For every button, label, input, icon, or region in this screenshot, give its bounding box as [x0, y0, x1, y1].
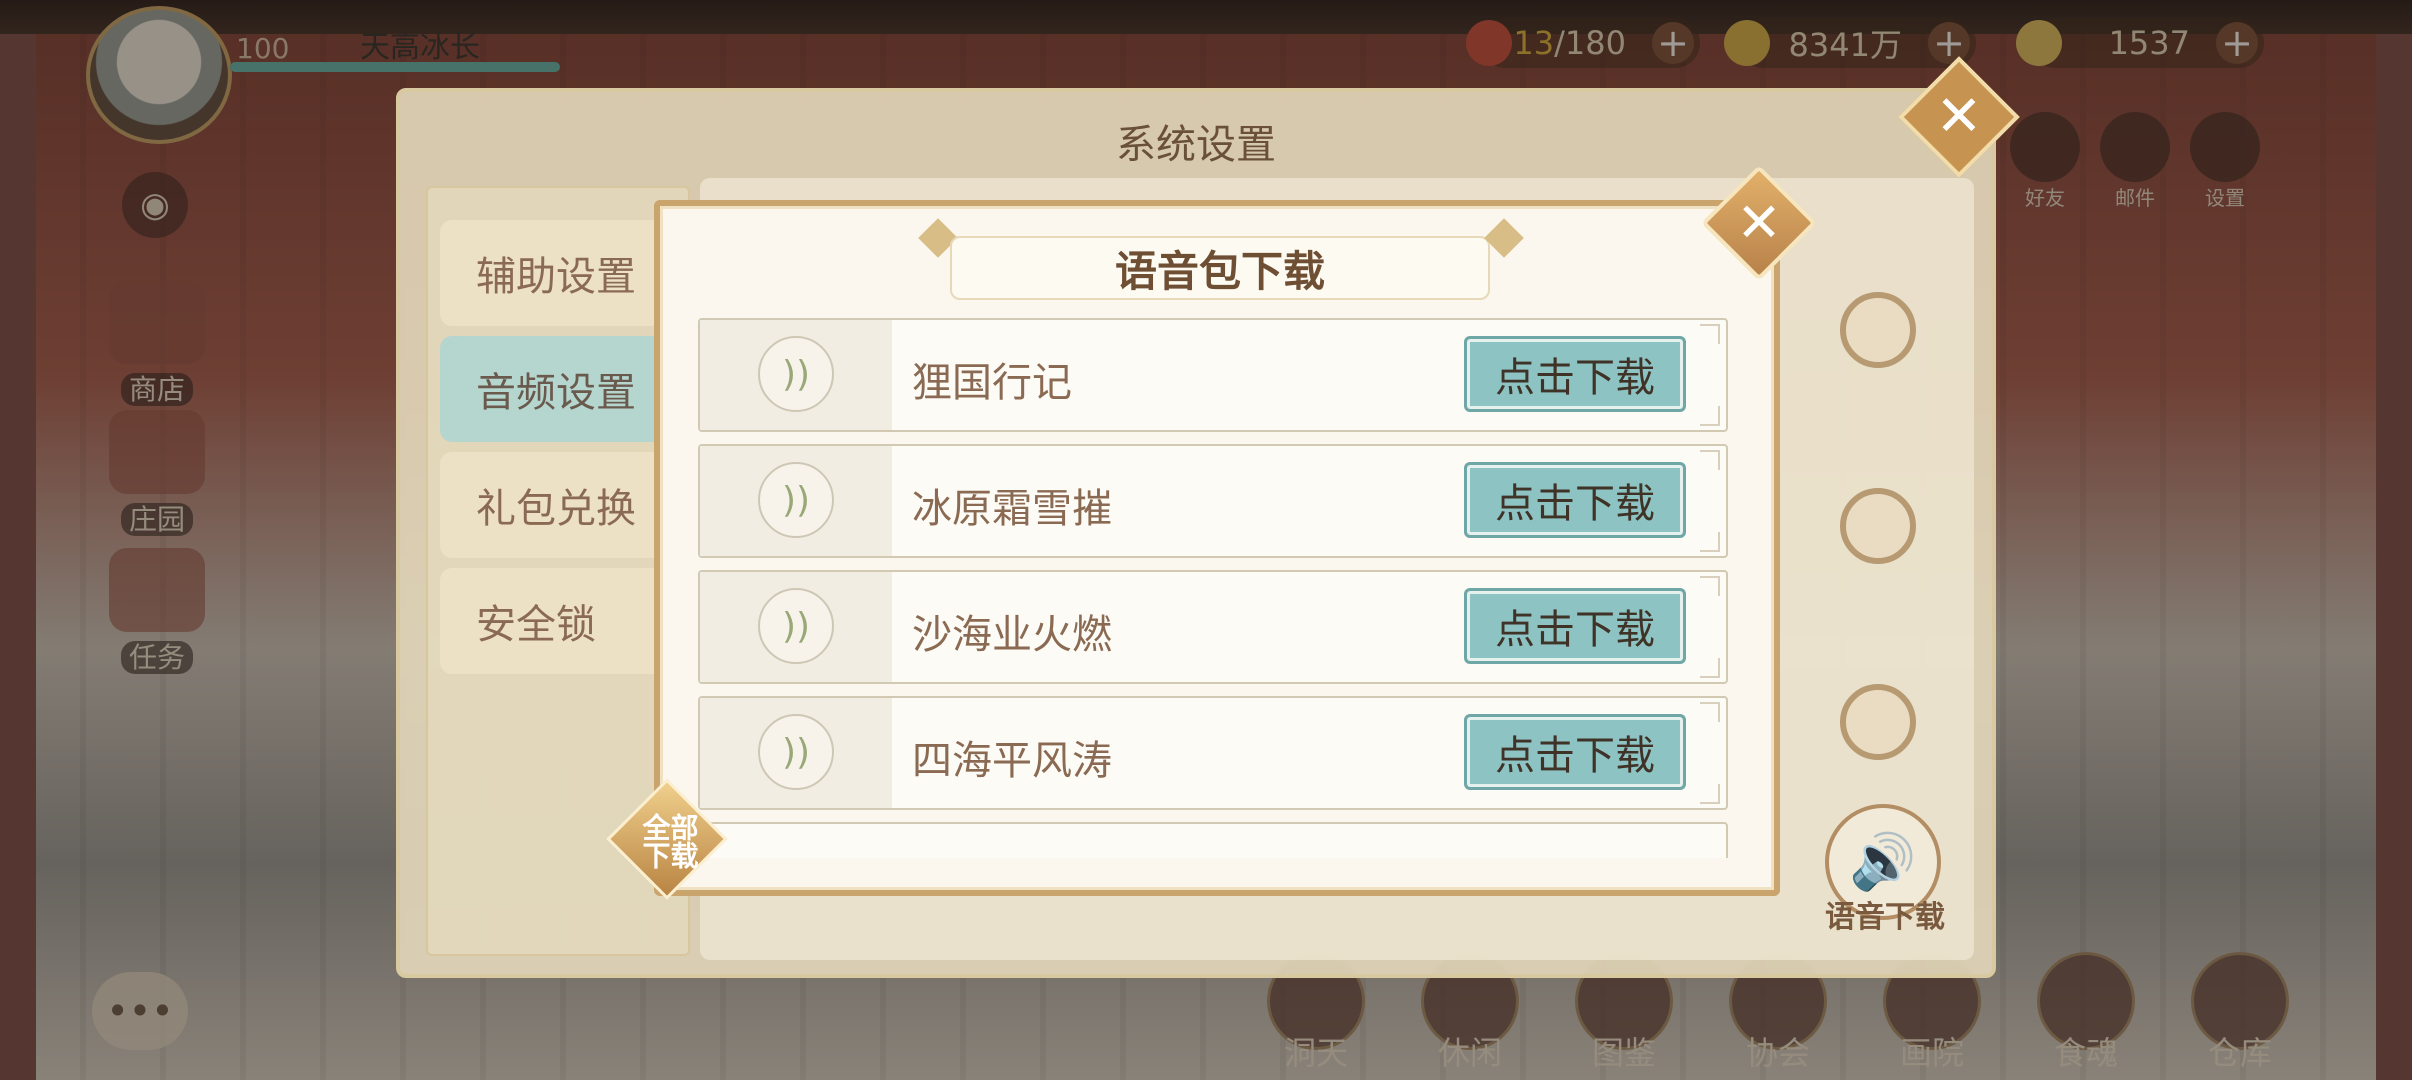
tab-gift-redeem[interactable]: 礼包兑换 [440, 452, 690, 558]
list-item: )) 沙海业火燃 点击下载 [698, 570, 1728, 684]
voice-download-label: 语音下载 [1825, 900, 1945, 935]
corner-ornament [1700, 658, 1720, 678]
voice-pack-dialog: 语音包下载 ✕ )) 狸国行记 点击下载 )) 冰原霜雪摧 点击下载 )) 沙海… [654, 165, 1817, 896]
download-button[interactable]: 点击下载 [1464, 588, 1686, 664]
speaker-icon[interactable]: )) [758, 336, 834, 412]
list-item: )) 冰原霜雪摧 点击下载 [698, 444, 1728, 558]
download-button[interactable]: 点击下载 [1464, 714, 1686, 790]
volume-knob[interactable] [1840, 488, 1916, 564]
voice-pack-list[interactable]: )) 狸国行记 点击下载 )) 冰原霜雪摧 点击下载 )) 沙海业火燃 点击下载… [698, 318, 1738, 858]
pack-name: 四海平风涛 [912, 738, 1112, 784]
dialog-title: 语音包下载 [1114, 246, 1325, 296]
corner-ornament [1700, 450, 1720, 470]
corner-ornament [1700, 576, 1720, 596]
title-ornament-icon [1484, 218, 1524, 258]
volume-knob[interactable] [1840, 684, 1916, 760]
close-icon: ✕ [1736, 191, 1782, 254]
list-item [698, 822, 1728, 858]
speaker-icon[interactable]: )) [758, 462, 834, 538]
corner-ornament [1700, 324, 1720, 344]
tab-audio-settings[interactable]: 音频设置 [440, 336, 690, 442]
corner-ornament [1700, 702, 1720, 722]
list-item: )) 四海平风涛 点击下载 [698, 696, 1728, 810]
volume-knob[interactable] [1840, 292, 1916, 368]
corner-ornament [1700, 532, 1720, 552]
settings-title: 系统设置 [1116, 122, 1276, 168]
tab-assist-settings[interactable]: 辅助设置 [440, 220, 690, 326]
list-item: )) 狸国行记 点击下载 [698, 318, 1728, 432]
download-all-label: 全部下载 [642, 811, 699, 873]
tab-security-lock[interactable]: 安全锁 [440, 568, 690, 674]
dialog-title-frame: 语音包下载 [950, 236, 1490, 300]
pack-name: 冰原霜雪摧 [912, 486, 1112, 532]
speaker-icon[interactable]: )) [758, 588, 834, 664]
pack-name: 狸国行记 [912, 360, 1072, 406]
speaker-icon[interactable]: )) [758, 714, 834, 790]
corner-ornament [1700, 406, 1720, 426]
download-button[interactable]: 点击下载 [1464, 462, 1686, 538]
pack-name: 沙海业火燃 [912, 612, 1112, 658]
download-button[interactable]: 点击下载 [1464, 336, 1686, 412]
close-icon: ✕ [1935, 84, 1983, 149]
corner-ornament [1700, 784, 1720, 804]
